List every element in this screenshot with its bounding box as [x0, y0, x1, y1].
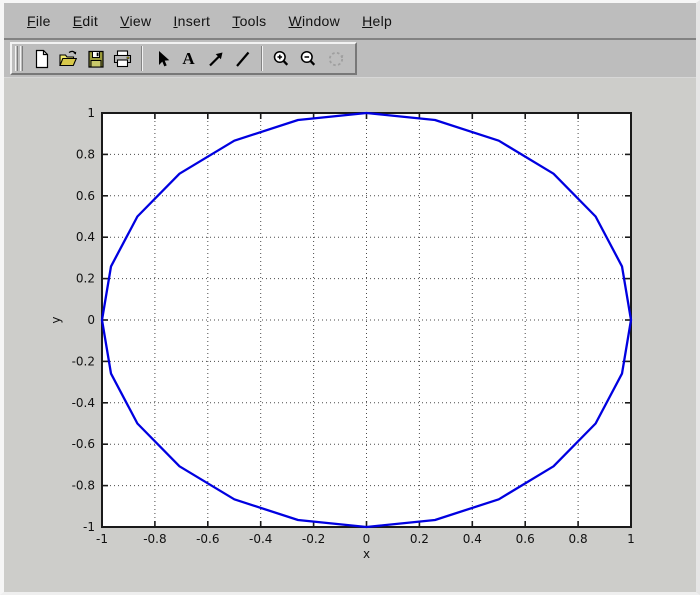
y-axis-label: y	[49, 316, 63, 323]
menu-bar: File Edit View Insert Tools Window Help	[4, 3, 696, 40]
save-icon	[86, 49, 106, 69]
y-tick-label: -0.2	[72, 354, 95, 368]
toolbar-strip: A	[4, 40, 696, 78]
figure-canvas: -1 -0.8 -0.6 -0.4 -0.2 0 0.2 0.4 0.6 0.8 1 -1 -0.8 -0…	[4, 78, 696, 592]
figure-window: File Edit View Insert Tools Window Help	[0, 0, 700, 595]
pointer-icon	[152, 49, 172, 69]
open-file-button[interactable]	[55, 46, 82, 72]
x-tick-label: -0.8	[143, 532, 166, 546]
y-tick-label: 0	[87, 313, 95, 327]
text-icon: A	[182, 49, 195, 68]
rotate3d-button[interactable]	[322, 46, 349, 72]
x-tick-label: -0.2	[302, 532, 325, 546]
new-icon	[32, 49, 52, 69]
rotate3d-icon	[326, 49, 346, 69]
toolbar-grip[interactable]	[15, 46, 23, 71]
print-figure-button[interactable]	[109, 46, 136, 72]
toolbar: A	[10, 42, 357, 75]
menu-view[interactable]: View	[109, 9, 162, 33]
toolbar-separator	[261, 46, 263, 71]
insert-arrow-button[interactable]	[202, 46, 229, 72]
menu-tools[interactable]: Tools	[221, 9, 277, 33]
save-figure-button[interactable]	[82, 46, 109, 72]
x-tick-label: 0.4	[463, 532, 482, 546]
x-tick-label: 0.8	[569, 532, 588, 546]
menu-edit[interactable]: Edit	[62, 9, 109, 33]
line-icon	[233, 49, 253, 69]
insert-line-button[interactable]	[229, 46, 256, 72]
x-tick-label: 0.6	[516, 532, 535, 546]
arrow-icon	[206, 49, 226, 69]
toolbar-separator	[141, 46, 143, 71]
zoom-in-button[interactable]	[268, 46, 295, 72]
insert-text-button[interactable]: A	[175, 46, 202, 72]
menu-file[interactable]: File	[16, 9, 62, 33]
axes-plot: -1 -0.8 -0.6 -0.4 -0.2 0 0.2 0.4 0.6 0.8 1 -1 -0.8 -0…	[49, 106, 635, 561]
new-figure-button[interactable]	[28, 46, 55, 72]
y-tick-label: 1	[87, 106, 95, 120]
y-tick-label: 0.2	[76, 272, 95, 286]
y-tick-label: -0.8	[72, 479, 95, 493]
y-tick-label: -0.4	[72, 396, 95, 410]
x-tick-label: 1	[627, 532, 635, 546]
menu-window[interactable]: Window	[277, 9, 351, 33]
x-tick-label: -0.4	[249, 532, 272, 546]
y-tick-label: -1	[83, 520, 95, 534]
x-tick-label: -1	[96, 532, 108, 546]
x-tick-label: 0	[363, 532, 371, 546]
menu-insert[interactable]: Insert	[162, 9, 221, 33]
zoom-in-icon	[271, 49, 292, 69]
zoom-out-button[interactable]	[295, 46, 322, 72]
edit-plot-button[interactable]	[148, 46, 175, 72]
y-tick-label: -0.6	[72, 437, 95, 451]
open-icon	[58, 49, 79, 69]
zoom-out-icon	[298, 49, 319, 69]
x-tick-label: 0.2	[410, 532, 429, 546]
y-tick-label: 0.6	[76, 189, 95, 203]
y-tick-label: 0.8	[76, 147, 95, 161]
menu-help[interactable]: Help	[351, 9, 403, 33]
x-tick-label: -0.6	[196, 532, 219, 546]
x-axis-label: x	[363, 547, 370, 561]
print-icon	[112, 49, 133, 69]
y-tick-label: 0.4	[76, 230, 95, 244]
